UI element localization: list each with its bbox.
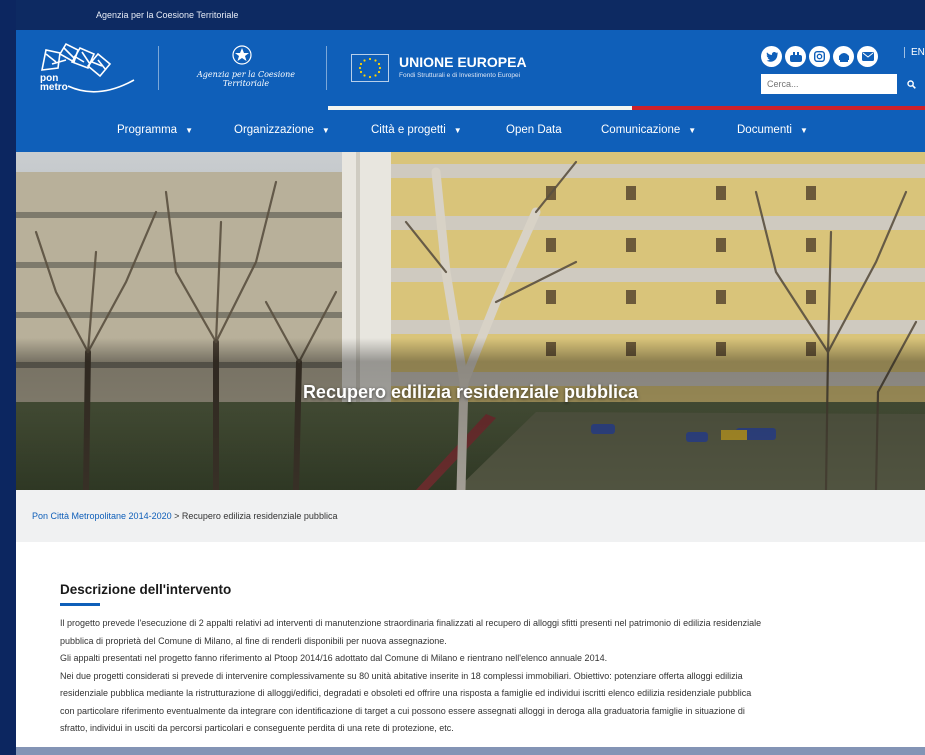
nav-item-citta-progetti[interactable]: Città e progetti ▼ [371,110,462,152]
main-nav: Programma ▼ Organizzazione ▼ Città e proge… [16,110,925,152]
agency-name: Agenzia per la Coesione Territoriale [196,70,295,88]
site-header: pon metro Agenzia per la Coesione Territ… [16,30,925,106]
logo-text: pon metro [40,73,68,93]
text-line: Il progetto prevede l'esecuzione di 2 ap… [60,618,762,628]
caret-down-icon: ▼ [799,126,808,135]
text-line: residenziale pubblica mediante la ristru… [60,688,752,698]
twitter-icon[interactable] [761,46,782,67]
rss-icon[interactable] [833,46,854,67]
breadcrumb-current: Recupero edilizia residenziale pubblica [181,511,338,521]
search-input[interactable] [761,74,897,94]
caret-down-icon: ▼ [453,126,462,135]
social-links [761,46,878,67]
nav-item-open-data[interactable]: Open Data [506,110,562,152]
text-line: Gli appalti presentati nel progetto fann… [60,653,608,663]
nav-item-organizzazione[interactable]: Organizzazione ▼ [234,110,330,152]
breadcrumb-link-home[interactable]: Pon Città Metropolitane 2014-2020 [32,511,172,521]
main-content: Descrizione dell'intervento Il progetto … [16,542,925,738]
hero-photo [16,152,925,490]
search-icon [906,79,916,89]
eu-flag-icon [351,54,389,82]
header-divider [158,46,159,90]
text-line: Nei due progetti considerati si prevede … [60,670,743,681]
top-bar: Agenzia per la Coesione Territoriale [16,0,925,30]
nav-item-programma[interactable]: Programma ▼ [117,110,193,152]
breadcrumb-separator: > [171,511,182,521]
republic-emblem-icon [231,44,253,66]
nav-item-documenti[interactable]: Documenti ▼ [737,110,808,152]
caret-down-icon: ▼ [688,126,697,135]
youtube-icon[interactable] [785,46,806,67]
text-line: sfratto, individui in usciti da percorsi… [60,723,454,733]
eu-subtitle: Fondi Strutturali e di Investimento Euro… [399,72,521,79]
hero-title: Recupero edilizia residenziale pubblica [302,382,639,402]
text-line: pubblica di proprietà del Comune di Mila… [60,635,447,646]
agency-link[interactable]: Agenzia per la Coesione Territoriale [96,10,238,20]
hero-banner: Recupero edilizia residenziale pubblica [16,152,925,490]
caret-down-icon: ▼ [321,126,330,135]
language-switch[interactable]: EN [904,47,925,58]
eu-title: UNIONE EUROPEA [399,54,527,70]
heading-underline [60,603,100,606]
caret-down-icon: ▼ [185,126,193,135]
text-line: con particolare riferimento eventualment… [60,705,745,716]
email-icon[interactable] [857,46,878,67]
breadcrumb: Pon Città Metropolitane 2014-2020 > Recu… [16,490,925,542]
nav-item-comunicazione[interactable]: Comunicazione ▼ [601,110,696,152]
page: Agenzia per la Coesione Territoriale pon… [16,0,925,755]
bottom-edge [16,747,925,755]
instagram-icon[interactable] [809,46,830,67]
header-divider [326,46,327,90]
section-heading: Descrizione dell'intervento [60,582,232,597]
search-button[interactable] [897,74,925,94]
description-text: Il progetto prevede l'esecuzione di 2 ap… [60,615,910,738]
